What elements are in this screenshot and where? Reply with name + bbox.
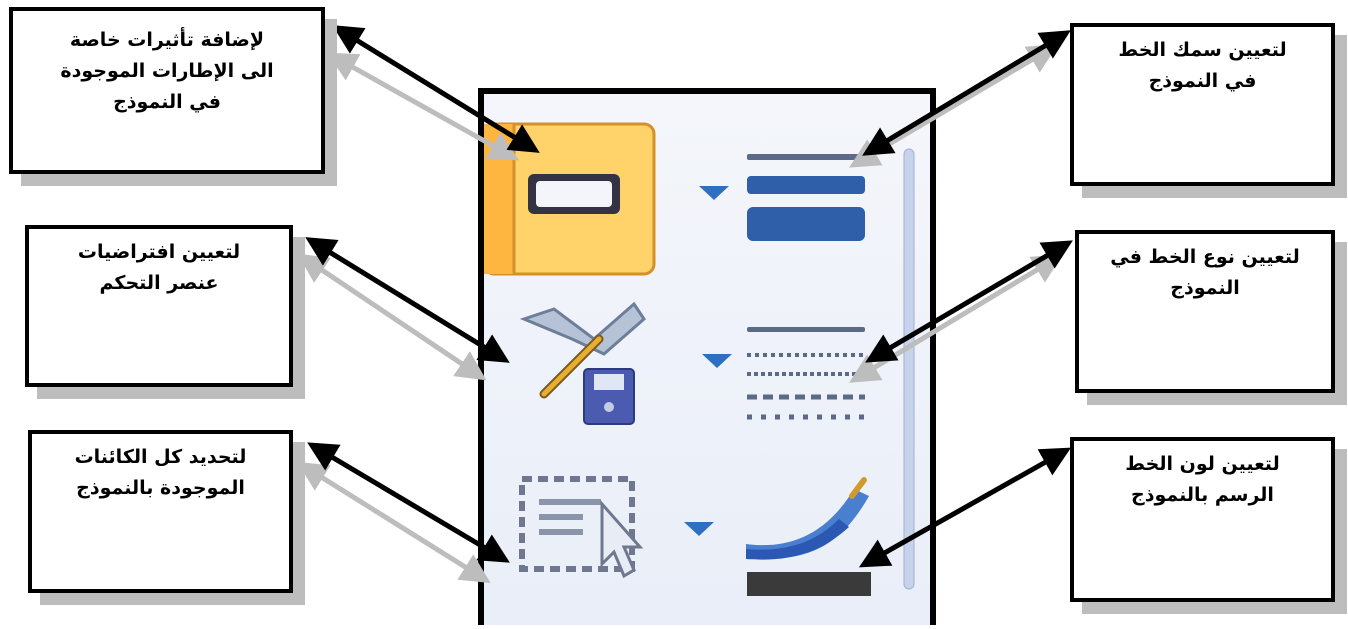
arrow-select-shadow [297, 462, 491, 583]
callout-text: لتعيين لون الخط [1125, 453, 1280, 475]
callout-text: لتحديد كل الكائنات [74, 446, 247, 468]
callout-text: عنصر التحكم [99, 272, 219, 294]
arrow-thickness [862, 30, 1071, 156]
callout-control-defaults: لتعيين افتراضيات عنصر التحكم [25, 225, 293, 387]
callout-text: لتعيين سمك الخط [1118, 39, 1287, 61]
callout-text: الموجودة بالنموذج [76, 477, 245, 499]
callout-text: في النموذج [113, 91, 221, 113]
arrow-color [858, 447, 1072, 568]
callout-text: لتعيين افتراضيات [77, 241, 241, 263]
arrow-thickness-shadow [849, 44, 1058, 168]
callout-text: لتعيين نوع الخط في [1110, 246, 1300, 268]
arrow-effects [332, 25, 540, 153]
arrow-defaults [305, 237, 510, 363]
callout-line-color: لتعيين لون الخط الرسم بالنموذج [1070, 437, 1335, 602]
callout-text: في النموذج [1148, 70, 1257, 92]
callout-text: الى الإطارات الموجودة [60, 60, 274, 82]
arrow-effects-shadow [326, 52, 520, 161]
arrow-defaults-shadow [297, 253, 487, 381]
callout-text: الرسم بالنموذج [1131, 484, 1274, 506]
arrow-type [865, 240, 1073, 363]
callout-shape-effects: لإضافة تأثيرات خاصة الى الإطارات الموجود… [9, 7, 325, 174]
callout-line-thickness: لتعيين سمك الخط في النموذج [1070, 23, 1335, 186]
arrow-type-shadow [849, 254, 1063, 383]
callout-select-all: لتحديد كل الكائنات الموجودة بالنموذج [28, 430, 293, 593]
callout-text: لإضافة تأثيرات خاصة [69, 29, 265, 51]
callout-text: النموذج [1170, 277, 1240, 299]
arrow-select [307, 442, 510, 563]
callout-line-type: لتعيين نوع الخط في النموذج [1075, 230, 1335, 393]
